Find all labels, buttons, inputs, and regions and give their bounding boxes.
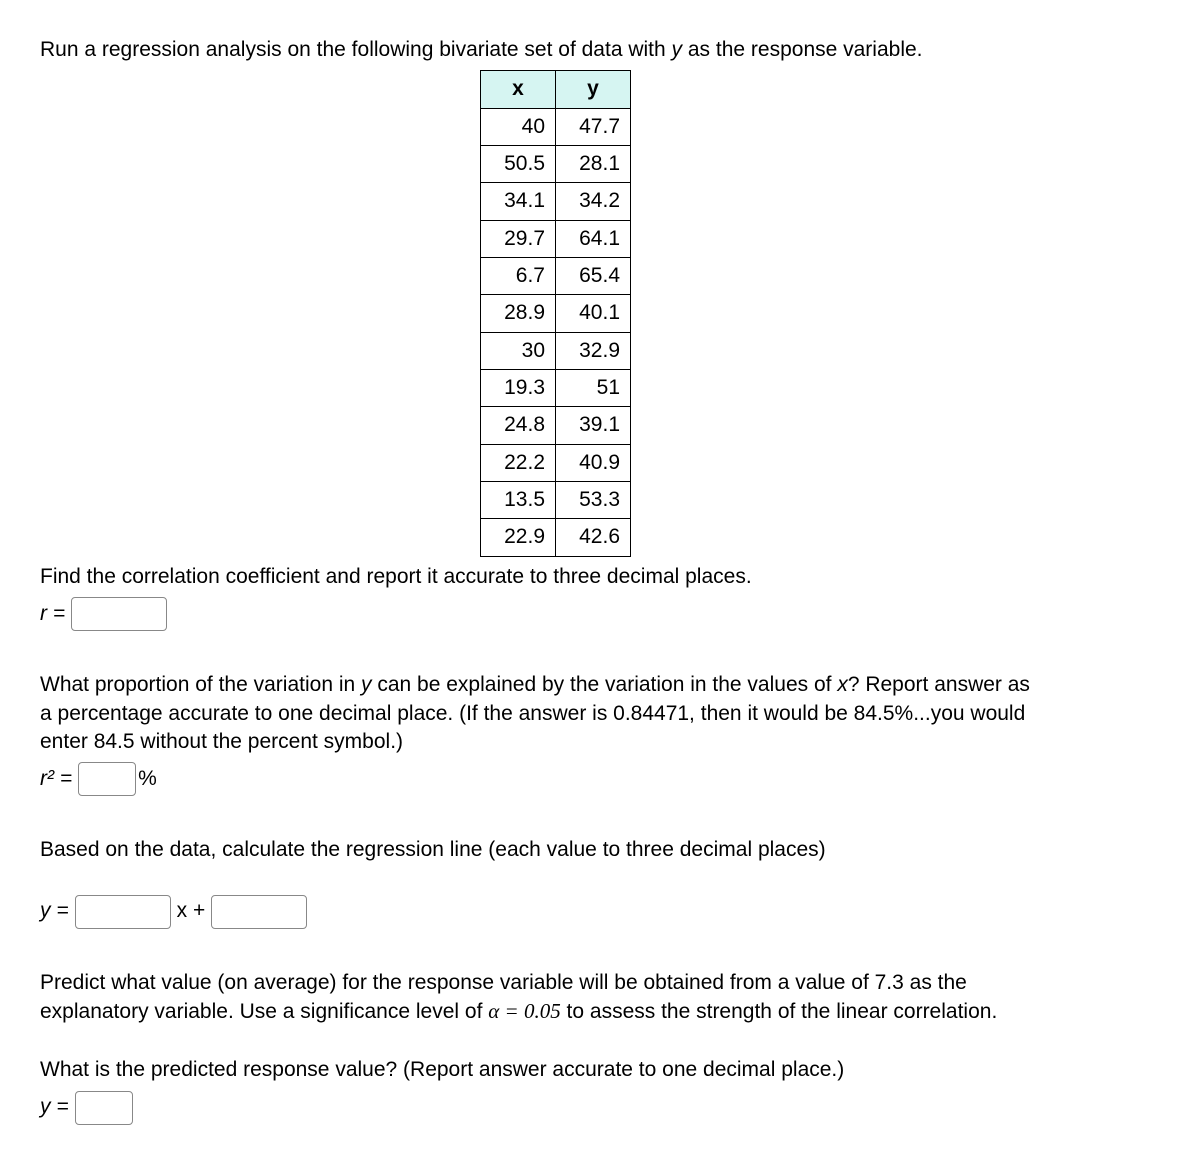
q-predict-2: to assess the strength of the linear cor… <box>561 1000 998 1023</box>
regression-input-row: y = x + <box>40 895 1040 929</box>
r2-input-row: r² = % <box>40 762 1040 796</box>
cell-x: 34.1 <box>481 183 556 220</box>
cell-y: 65.4 <box>556 258 631 295</box>
cell-x: 6.7 <box>481 258 556 295</box>
cell-y: 47.7 <box>556 108 631 145</box>
table-row: 3032.9 <box>481 332 631 369</box>
cell-x: 19.3 <box>481 370 556 407</box>
table-row: 22.942.6 <box>481 519 631 556</box>
intro-paragraph: Run a regression analysis on the followi… <box>40 36 1040 64</box>
table-row: 24.839.1 <box>481 407 631 444</box>
intro-text-2: as the response variable. <box>682 38 922 61</box>
q-proportion-1: What proportion of the variation in <box>40 673 361 696</box>
r-label: r = <box>40 600 65 628</box>
table-row: 19.351 <box>481 370 631 407</box>
table-row: 28.940.1 <box>481 295 631 332</box>
y-predicted-input[interactable] <box>75 1091 133 1125</box>
response-variable: y <box>672 38 683 61</box>
intro-text-1: Run a regression analysis on the followi… <box>40 38 672 61</box>
q-proportion-2: can be explained by the variation in the… <box>372 673 838 696</box>
cell-x: 40 <box>481 108 556 145</box>
question-regression: Based on the data, calculate the regress… <box>40 836 1040 864</box>
table-header-x: x <box>481 71 556 108</box>
question-predicted-response: What is the predicted response value? (R… <box>40 1056 1040 1084</box>
y-label: y = <box>40 1093 69 1121</box>
cell-y: 39.1 <box>556 407 631 444</box>
percent-symbol: % <box>138 765 157 793</box>
table-row: 13.553.3 <box>481 482 631 519</box>
proportion-var-x: x <box>837 673 848 696</box>
r2-input[interactable] <box>78 762 136 796</box>
question-correlation: Find the correlation coefficient and rep… <box>40 563 1040 591</box>
alpha-equation: α = 0.05 <box>488 999 560 1023</box>
r-input[interactable] <box>71 597 167 631</box>
table-row: 50.528.1 <box>481 146 631 183</box>
table-row: 29.764.1 <box>481 220 631 257</box>
table-row: 22.240.9 <box>481 444 631 481</box>
cell-x: 28.9 <box>481 295 556 332</box>
cell-x: 22.9 <box>481 519 556 556</box>
question-proportion: What proportion of the variation in y ca… <box>40 671 1040 756</box>
table-header-y: y <box>556 71 631 108</box>
cell-y: 34.2 <box>556 183 631 220</box>
cell-y: 42.6 <box>556 519 631 556</box>
r2-label: r² = <box>40 765 72 793</box>
cell-y: 40.9 <box>556 444 631 481</box>
slope-input[interactable] <box>75 895 171 929</box>
cell-y: 32.9 <box>556 332 631 369</box>
table-row: 6.765.4 <box>481 258 631 295</box>
table-row: 4047.7 <box>481 108 631 145</box>
table-row: 34.134.2 <box>481 183 631 220</box>
intercept-input[interactable] <box>211 895 307 929</box>
cell-y: 51 <box>556 370 631 407</box>
data-table: x y 4047.750.528.134.134.229.764.16.765.… <box>480 70 631 556</box>
r-input-row: r = <box>40 597 1040 631</box>
cell-y: 64.1 <box>556 220 631 257</box>
cell-x: 29.7 <box>481 220 556 257</box>
cell-x: 50.5 <box>481 146 556 183</box>
y-eq-label: y = <box>40 897 69 925</box>
proportion-var-y: y <box>361 673 372 696</box>
cell-x: 30 <box>481 332 556 369</box>
cell-y: 28.1 <box>556 146 631 183</box>
y-input-row: y = <box>40 1091 1040 1125</box>
x-plus-label: x + <box>177 897 206 925</box>
question-predict: Predict what value (on average) for the … <box>40 969 1040 1027</box>
cell-x: 22.2 <box>481 444 556 481</box>
cell-x: 24.8 <box>481 407 556 444</box>
cell-y: 40.1 <box>556 295 631 332</box>
cell-x: 13.5 <box>481 482 556 519</box>
cell-y: 53.3 <box>556 482 631 519</box>
